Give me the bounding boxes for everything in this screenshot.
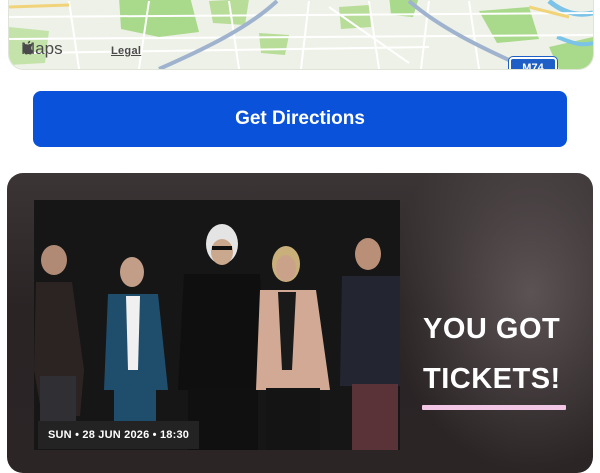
event-photo xyxy=(34,200,400,450)
apple-logo-icon xyxy=(22,40,34,55)
promo-underline xyxy=(422,405,566,410)
road-shield: M74 xyxy=(509,57,557,69)
event-date-tag: SUN • 28 JUN 2026 • 18:30 xyxy=(38,421,200,449)
map-preview[interactable]: Maps Legal M74 xyxy=(8,0,594,70)
maps-brand: Maps xyxy=(21,39,63,59)
map-tiles xyxy=(9,0,593,69)
promo-headline-line-2: TICKETS! xyxy=(423,363,561,395)
promo-headline-line-1: YOU GOT xyxy=(423,313,561,345)
band-photo-illustration xyxy=(34,200,400,450)
ticket-card[interactable]: SUN • 28 JUN 2026 • 18:30 YOU GOT TICKET… xyxy=(7,173,593,473)
get-directions-button[interactable]: Get Directions xyxy=(33,91,567,147)
legal-link[interactable]: Legal xyxy=(111,45,141,57)
